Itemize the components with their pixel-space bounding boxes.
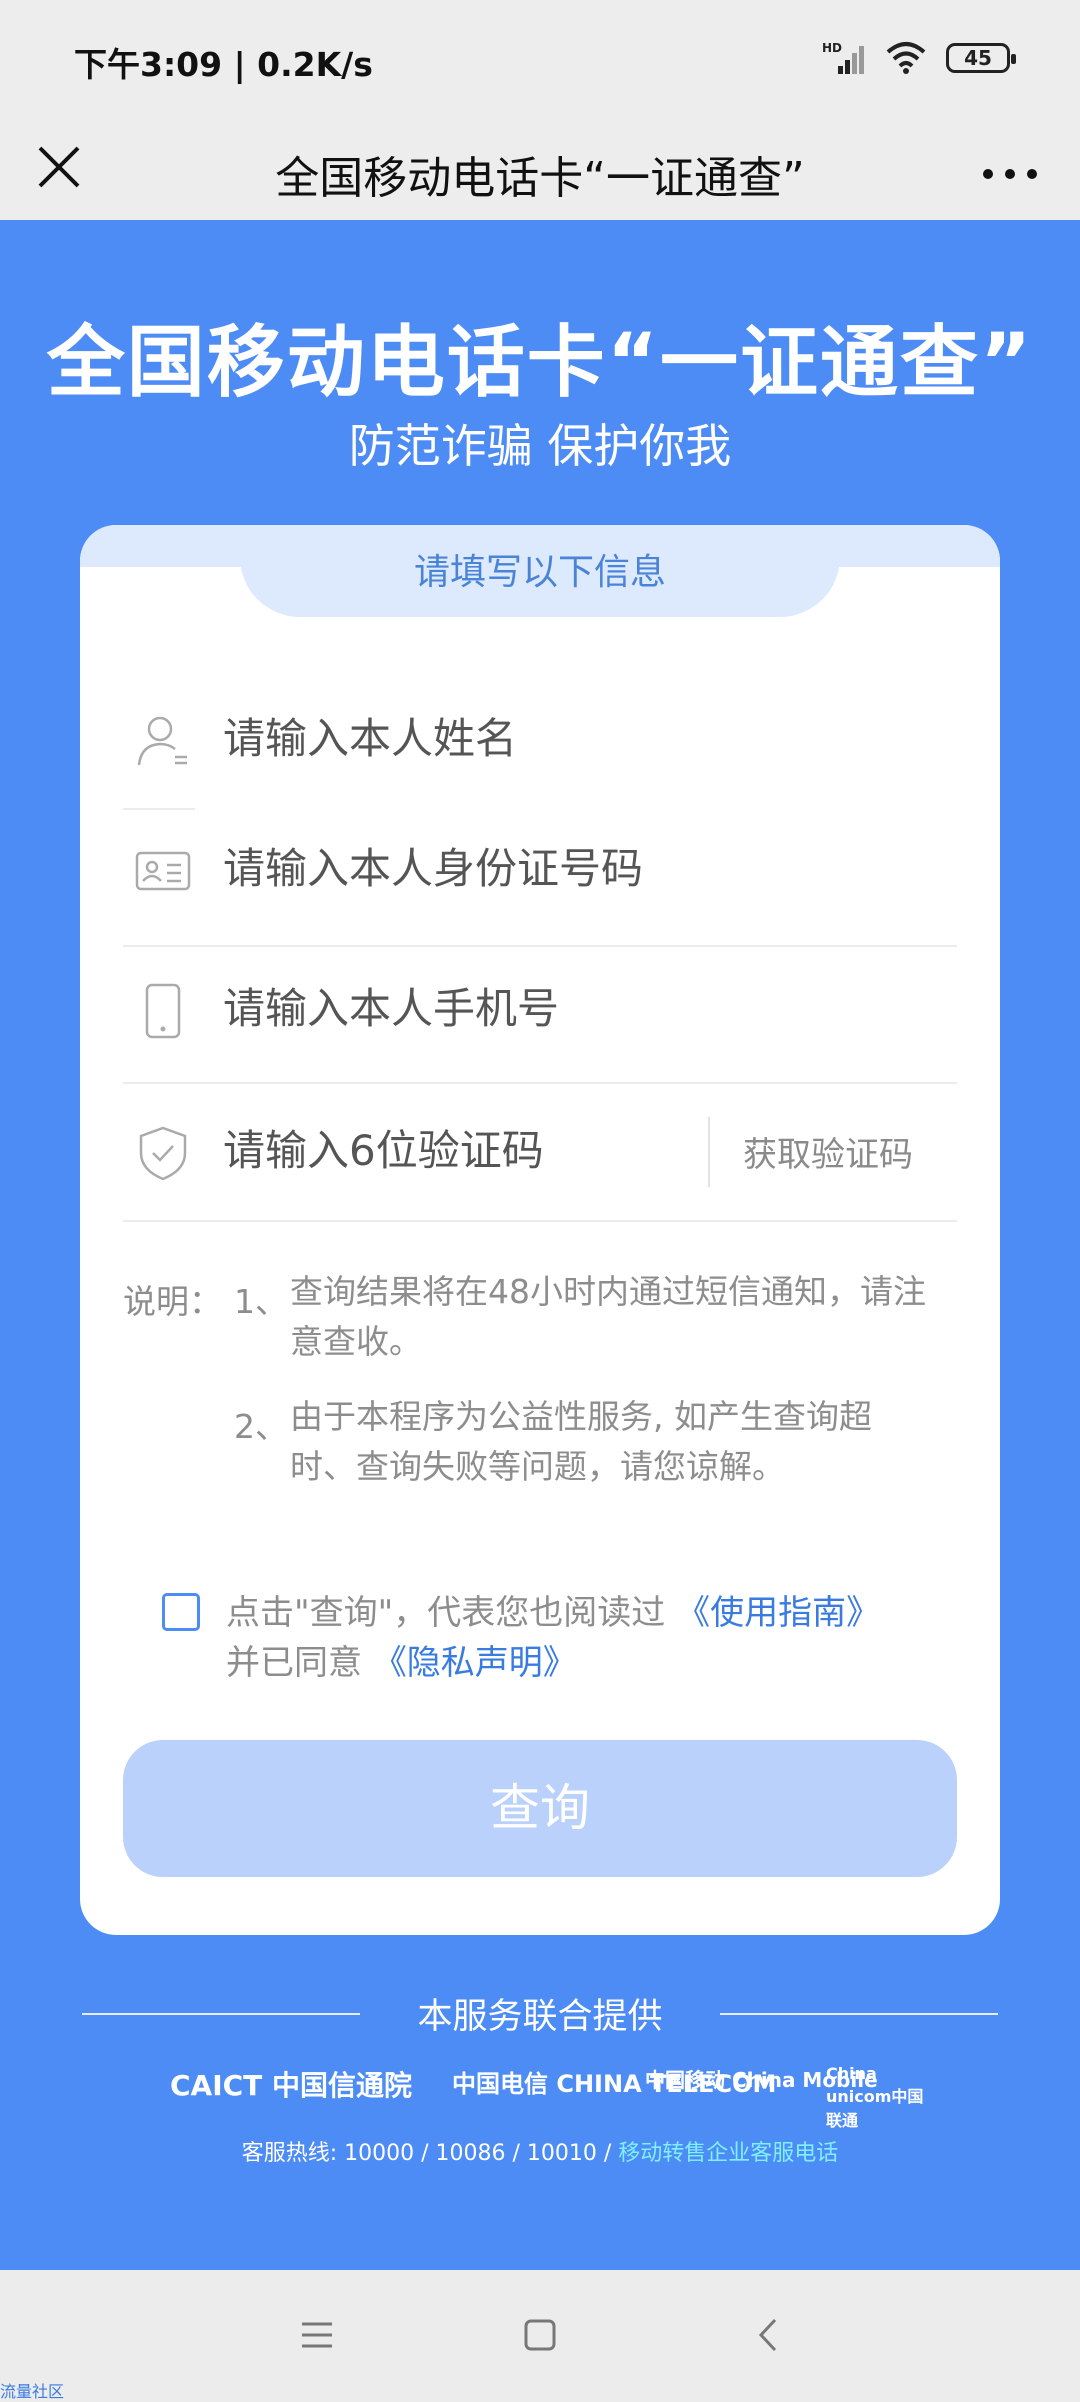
signal-icon: HD bbox=[822, 41, 864, 74]
card-header-tab: 请填写以下信息 bbox=[240, 525, 840, 617]
phone-input[interactable] bbox=[223, 973, 823, 1043]
card-header-label: 请填写以下信息 bbox=[413, 552, 666, 593]
main-content: 全国移动电话卡“一证通查” 防范诈骗 保护你我 请填写以下信息 请输入本人姓名 … bbox=[0, 220, 1080, 2270]
usage-guide-link[interactable]: 《使用指南》 bbox=[676, 1593, 880, 1633]
name-field bbox=[123, 673, 957, 808]
battery-icon: 45 bbox=[946, 43, 1016, 73]
phone-icon bbox=[145, 983, 181, 1039]
note-2-text: 由于本程序为公益性服务, 如产生查询超时、查询失败等问题，请您谅解。 bbox=[290, 1397, 872, 1486]
caict-logo: CAICT 中国信通院 bbox=[170, 2069, 413, 2102]
note-1-text: 查询结果将在48小时内通过短信通知，请注意查收。 bbox=[290, 1272, 926, 1361]
china-unicom-logo: China unicom中国联通 bbox=[826, 2064, 924, 2130]
field-divider bbox=[123, 1220, 957, 1222]
status-icons: HD 45 bbox=[822, 38, 1016, 78]
id-number-input[interactable] bbox=[223, 833, 823, 903]
more-options-icon[interactable] bbox=[970, 138, 1050, 198]
code-separator bbox=[708, 1117, 710, 1187]
agreement-prefix: 点击"查询"，代表您也阅读过 bbox=[226, 1593, 666, 1633]
id-number-field bbox=[123, 803, 957, 938]
note-2-number: 2、 bbox=[234, 1407, 288, 1446]
menu-icon[interactable] bbox=[292, 2310, 342, 2360]
page-title: 全国移动电话卡“一证通查” bbox=[275, 153, 805, 204]
svg-text:HD: HD bbox=[822, 41, 842, 55]
wifi-icon bbox=[886, 42, 926, 74]
corner-watermark: 流量社区 bbox=[0, 2382, 65, 2401]
phone-field bbox=[123, 943, 957, 1078]
status-bar: 下午3:09 | 0.2K/s HD 45 bbox=[0, 0, 1080, 118]
shield-icon bbox=[139, 1126, 187, 1181]
title-bar: 全国移动电话卡“一证通查” bbox=[0, 118, 1080, 220]
hero-title: 全国移动电话卡“一证通查” bbox=[46, 318, 1034, 408]
agreement-checkbox[interactable] bbox=[162, 1593, 200, 1631]
hotline-numbers: 客服热线: 10000 / 10086 / 10010 / bbox=[241, 2141, 619, 2166]
note-1-number: 1、 bbox=[234, 1282, 288, 1321]
reseller-hotline-link[interactable]: 移动转售企业客服电话 bbox=[618, 2141, 838, 2166]
name-input[interactable] bbox=[223, 703, 823, 773]
verification-code-field: 获取验证码 bbox=[123, 1085, 957, 1220]
id-card-icon bbox=[135, 851, 191, 891]
form-card: 请填写以下信息 请输入本人姓名 请输入本人身份证号码 请输入本人手机号 请输入6… bbox=[80, 525, 1000, 1935]
status-time-speed: 下午3:09 | 0.2K/s bbox=[74, 45, 373, 84]
agreement-middle: 并已同意 bbox=[226, 1643, 362, 1683]
verification-code-input[interactable] bbox=[223, 1115, 693, 1185]
agreement-line-1: 点击"查询"，代表您也阅读过 《使用指南》 bbox=[226, 1585, 880, 1634]
partner-logos: CAICT 中国信通院 中国电信 CHINA TELECOM 中国移动 Chin… bbox=[0, 2060, 1080, 2130]
query-button[interactable]: 查询 bbox=[123, 1740, 957, 1877]
user-icon bbox=[137, 716, 187, 766]
hero-subtitle: 防范诈骗 保护你我 bbox=[348, 419, 732, 473]
home-icon[interactable] bbox=[515, 2310, 565, 2360]
system-nav-bar bbox=[0, 2270, 1080, 2400]
agreement-line-2: 并已同意 《隐私声明》 bbox=[226, 1635, 577, 1684]
get-code-button[interactable]: 获取验证码 bbox=[743, 1127, 913, 1176]
privacy-statement-link[interactable]: 《隐私声明》 bbox=[373, 1643, 577, 1683]
notes-label: 说明： bbox=[123, 1282, 222, 1321]
back-icon[interactable] bbox=[745, 2310, 795, 2360]
field-divider bbox=[123, 1082, 957, 1084]
footer-label: 本服务联合提供 bbox=[417, 1997, 663, 2037]
hotline: 客服热线: 10000 / 10086 / 10010 / 移动转售企业客服电话 bbox=[0, 2135, 1080, 2167]
